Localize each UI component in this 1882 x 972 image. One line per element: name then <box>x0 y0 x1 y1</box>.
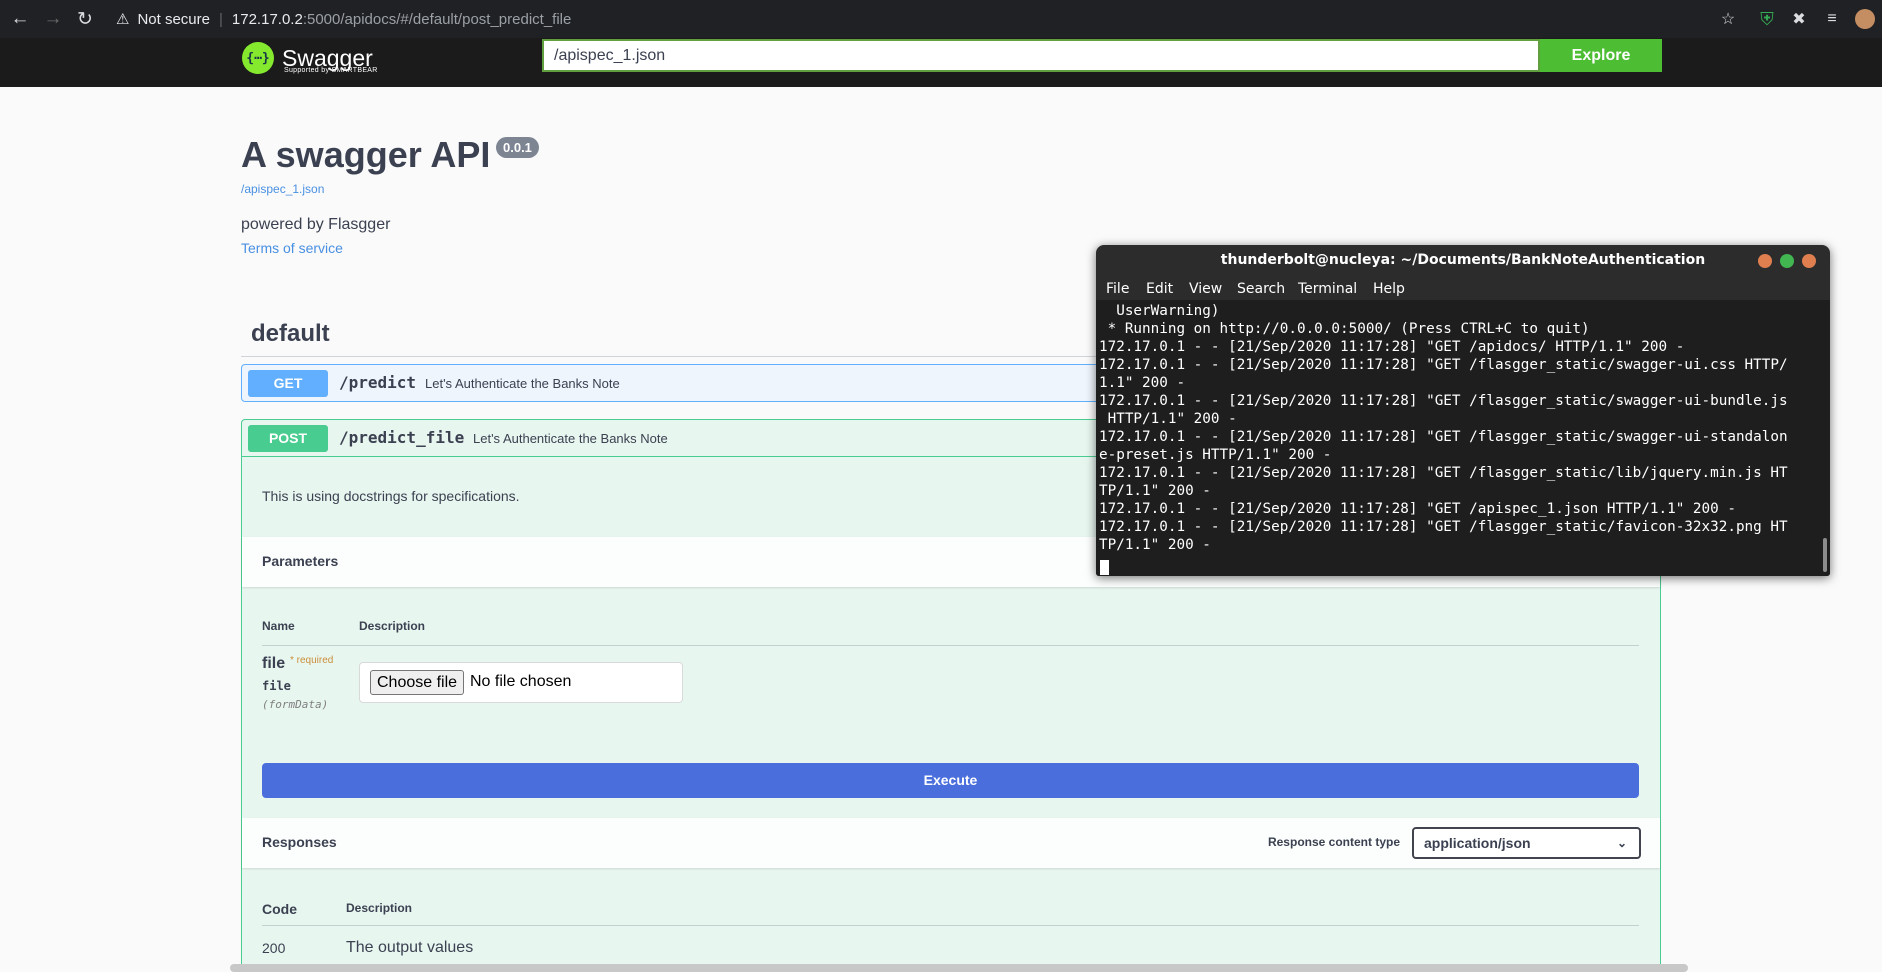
no-file-chosen-label: No file chosen <box>470 673 572 690</box>
file-input[interactable]: Choose file No file chosen <box>359 662 683 703</box>
url-host: 172.17.0.2 <box>231 10 303 28</box>
terminal-line: HTTP/1.1" 200 - <box>1099 411 1237 427</box>
chevron-down-icon: ⌄ <box>1616 836 1627 850</box>
terminal-line: 172.17.0.1 - - [21/Sep/2020 11:17:28] "G… <box>1099 501 1736 517</box>
execute-button[interactable]: Execute <box>262 763 1639 798</box>
param-required: * required <box>290 655 334 666</box>
terminal-window[interactable]: thunderbolt@nucleya: ~/Documents/BankNot… <box>1096 245 1830 576</box>
operation-summary: Let's Authenticate the Banks Note <box>473 431 668 446</box>
tag-title: default <box>251 320 330 347</box>
operation-path: /predict <box>339 373 417 392</box>
responses-col-description: Description <box>346 901 413 915</box>
terminal-line: e-preset.js HTTP/1.1" 200 - <box>1099 447 1332 463</box>
terminal-line: 172.17.0.1 - - [21/Sep/2020 11:17:28] "G… <box>1099 339 1685 355</box>
version-badge: 0.0.1 <box>496 137 539 158</box>
url-separator: | <box>219 10 223 28</box>
spec-link[interactable]: /apispec_1.json <box>241 182 324 196</box>
shield-extension-icon[interactable]: ⛨ <box>1756 8 1778 30</box>
responses-header-divider <box>262 925 1639 926</box>
swagger-logo-text: Swagger <box>282 45 373 71</box>
api-description: powered by Flasgger <box>241 216 391 233</box>
reload-icon[interactable]: ↻ <box>74 8 96 30</box>
maximize-icon[interactable] <box>1780 254 1794 268</box>
bookmark-star-icon[interactable]: ☆ <box>1717 8 1739 30</box>
terminal-line: 172.17.0.1 - - [21/Sep/2020 11:17:28] "G… <box>1099 429 1788 445</box>
horizontal-scrollbar[interactable] <box>230 964 1688 972</box>
terminal-line: TP/1.1" 200 - <box>1099 537 1211 553</box>
terminal-menu-help[interactable]: Help <box>1373 281 1405 297</box>
terminal-menubar: File Edit View Search Terminal Help <box>1096 276 1830 300</box>
params-header-divider <box>262 645 1639 646</box>
operation-path: /predict_file <box>339 428 465 447</box>
swagger-logo-subtext: Supported by SMARTBEAR <box>284 67 378 74</box>
explore-button[interactable]: Explore <box>1540 39 1662 72</box>
back-arrow-icon[interactable]: ← <box>9 8 31 30</box>
params-col-description: Description <box>359 619 426 633</box>
params-col-name: Name <box>262 619 295 633</box>
swagger-topbar: {⋯} Swagger Supported by SMARTBEAR Explo… <box>0 38 1882 87</box>
reading-list-icon[interactable]: ≡ <box>1821 8 1843 30</box>
extensions-puzzle-icon[interactable]: ✖ <box>1788 8 1810 30</box>
response-content-type-select[interactable]: application/json ⌄ <box>1412 827 1641 859</box>
param-type: file <box>262 679 291 693</box>
spec-url-input[interactable] <box>542 39 1540 72</box>
minimize-icon[interactable] <box>1758 254 1772 268</box>
terminal-scrollbar[interactable] <box>1823 538 1827 572</box>
response-content-type-label: Response content type <box>1267 835 1400 849</box>
method-badge-get: GET <box>248 370 328 397</box>
terminal-line: 172.17.0.1 - - [21/Sep/2020 11:17:28] "G… <box>1099 357 1788 373</box>
not-secure-label: Not secure <box>137 10 210 28</box>
url-path: :5000/apidocs/#/default/post_predict_fil… <box>302 10 572 28</box>
terminal-line: UserWarning) <box>1099 303 1220 319</box>
param-name: file <box>262 655 286 672</box>
terminal-title: thunderbolt@nucleya: ~/Documents/BankNot… <box>1220 252 1706 268</box>
terminal-menu-file[interactable]: File <box>1106 281 1129 297</box>
terminal-line: * Running on http://0.0.0.0:5000/ (Press… <box>1099 321 1590 337</box>
response-code: 200 <box>262 940 286 956</box>
swagger-logo-icon: {⋯} <box>242 42 274 74</box>
terminal-menu-terminal[interactable]: Terminal <box>1298 281 1357 297</box>
response-content-type-value: application/json <box>1424 835 1531 851</box>
terms-of-service-link[interactable]: Terms of service <box>241 240 343 256</box>
operation-summary: Let's Authenticate the Banks Note <box>425 376 620 391</box>
swagger-logo[interactable]: {⋯} Swagger Supported by SMARTBEAR <box>242 38 377 78</box>
terminal-output[interactable]: UserWarning) * Running on http://0.0.0.0… <box>1096 300 1830 576</box>
terminal-cursor <box>1100 560 1109 575</box>
operation-description: This is using docstrings for specificati… <box>262 488 520 504</box>
responses-label: Responses <box>262 834 337 850</box>
terminal-menu-view[interactable]: View <box>1189 281 1222 297</box>
method-badge-post: POST <box>248 425 328 452</box>
parameters-label: Parameters <box>262 553 339 569</box>
terminal-menu-edit[interactable]: Edit <box>1146 281 1173 297</box>
terminal-line: TP/1.1" 200 - <box>1099 483 1211 499</box>
terminal-line: 172.17.0.1 - - [21/Sep/2020 11:17:28] "G… <box>1099 519 1788 535</box>
terminal-line: 172.17.0.1 - - [21/Sep/2020 11:17:28] "G… <box>1099 465 1788 481</box>
profile-avatar[interactable] <box>1855 9 1875 29</box>
terminal-menu-search[interactable]: Search <box>1237 281 1285 297</box>
warning-icon: ⚠ <box>116 11 130 28</box>
param-location: (formData) <box>262 698 329 711</box>
responses-header: Responses Response content type applicat… <box>242 818 1660 868</box>
address-bar[interactable]: ⚠ Not secure | 172.17.0.2:5000/apidocs/#… <box>116 8 571 30</box>
close-icon[interactable] <box>1802 254 1816 268</box>
forward-arrow-icon[interactable]: → <box>42 8 64 30</box>
browser-toolbar: ← → ↻ ⚠ Not secure | 172.17.0.2:5000/api… <box>0 0 1882 38</box>
api-title: A swagger API <box>241 134 491 175</box>
response-description: The output values <box>346 939 474 956</box>
terminal-line: 172.17.0.1 - - [21/Sep/2020 11:17:28] "G… <box>1099 393 1788 409</box>
responses-col-code: Code <box>262 901 297 917</box>
choose-file-button[interactable]: Choose file <box>370 670 465 695</box>
terminal-line: 1.1" 200 - <box>1099 375 1186 391</box>
